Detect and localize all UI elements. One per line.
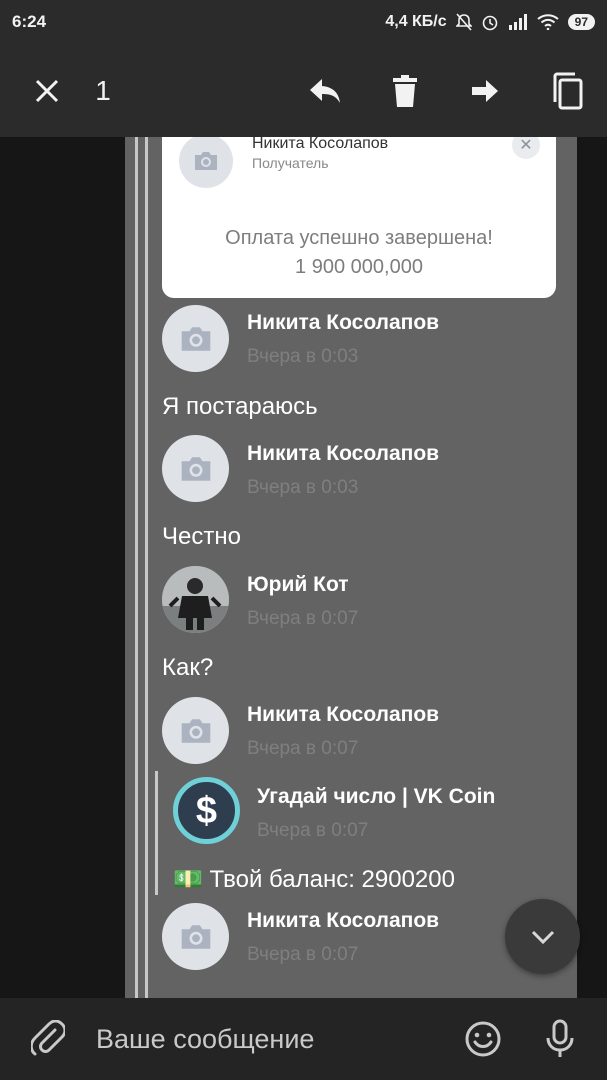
copy-button[interactable] [540,44,594,137]
profile-photo [162,566,229,633]
message-composer [0,998,607,1080]
message-sender[interactable]: Никита Косолапов [247,442,439,466]
message-time: Вчера в 0:07 [247,608,359,629]
camera-icon [181,924,210,949]
message-input[interactable] [96,1018,436,1060]
emoji-button[interactable] [458,998,508,1080]
close-selection-button[interactable] [20,44,74,137]
bell-muted-icon [455,13,472,31]
trash-icon [393,74,417,107]
forward-icon [472,79,498,102]
message-time: Вчера в 0:03 [247,346,359,367]
reply-icon [310,78,340,103]
camera-icon [181,456,210,481]
forwarded-text: 💵 Твой баланс: 2900200 [173,866,455,893]
quote-rail-inner [145,137,148,998]
smile-icon [465,1021,501,1057]
quote-rail-nested [155,771,158,895]
avatar[interactable] [162,435,229,502]
attach-button[interactable] [26,998,70,1080]
avatar[interactable] [162,566,229,633]
message-time: Вчера в 0:07 [247,738,359,759]
avatar[interactable] [162,305,229,372]
avatar[interactable] [162,903,229,970]
recipient-role: Получатель [252,155,329,171]
network-speed: 4,4 КБ/с [385,13,447,30]
left-backdrop [0,137,125,998]
message-text: Я постараюсь [162,393,318,420]
selection-toolbar: 1 [0,44,607,137]
wifi-icon [537,14,559,30]
avatar [179,137,233,188]
message-sender[interactable]: Никита Косолапов [247,703,439,727]
forwarded-messages[interactable]: Никита Косолапов Получатель ✕ Оплата усп… [125,137,577,998]
dollar-icon: $ [195,789,218,832]
voice-button[interactable] [536,998,584,1080]
payment-card[interactable]: Никита Косолапов Получатель ✕ Оплата усп… [162,137,556,298]
chevron-down-icon [531,930,554,944]
payment-status: Оплата успешно завершена! [225,227,493,249]
message-sender[interactable]: Никита Косолапов [247,311,439,335]
reply-button[interactable] [300,44,350,137]
payment-amount: 1 900 000,000 [295,256,423,278]
delete-button[interactable] [380,44,430,137]
forwarded-sender[interactable]: Угадай число | VK Coin [257,785,495,809]
avatar[interactable] [162,697,229,764]
quote-rail-outer [135,137,138,998]
forward-button[interactable] [460,44,510,137]
message-sender[interactable]: Никита Косолапов [247,909,439,933]
message-time: Вчера в 0:03 [247,477,359,498]
signal-icon [508,14,527,30]
message-text: Честно [162,523,241,550]
vk-coin-avatar[interactable]: $ [173,777,240,844]
paperclip-icon [31,1020,65,1056]
close-icon[interactable]: ✕ [512,137,540,159]
microphone-icon [546,1019,574,1057]
recipient-name: Никита Косолапов [252,137,389,152]
status-time: 6:24 [12,12,47,31]
right-backdrop [577,137,607,998]
message-sender[interactable]: Юрий Кот [247,573,349,597]
camera-icon [181,718,210,743]
forwarded-time: Вчера в 0:07 [257,820,369,841]
alarm-icon [482,15,497,31]
close-icon [35,79,59,102]
status-bar: 6:24 4,4 КБ/с 97 [0,0,607,44]
camera-icon [181,326,210,351]
copy-icon [553,72,583,109]
message-text: Как? [162,654,214,681]
scroll-down-button[interactable] [505,899,580,974]
status-icons: 4,4 КБ/с 97 [385,13,595,31]
message-time: Вчера в 0:07 [247,944,359,965]
camera-icon [195,152,217,170]
selected-count: 1 [95,74,111,106]
battery-level: 97 [567,14,595,30]
